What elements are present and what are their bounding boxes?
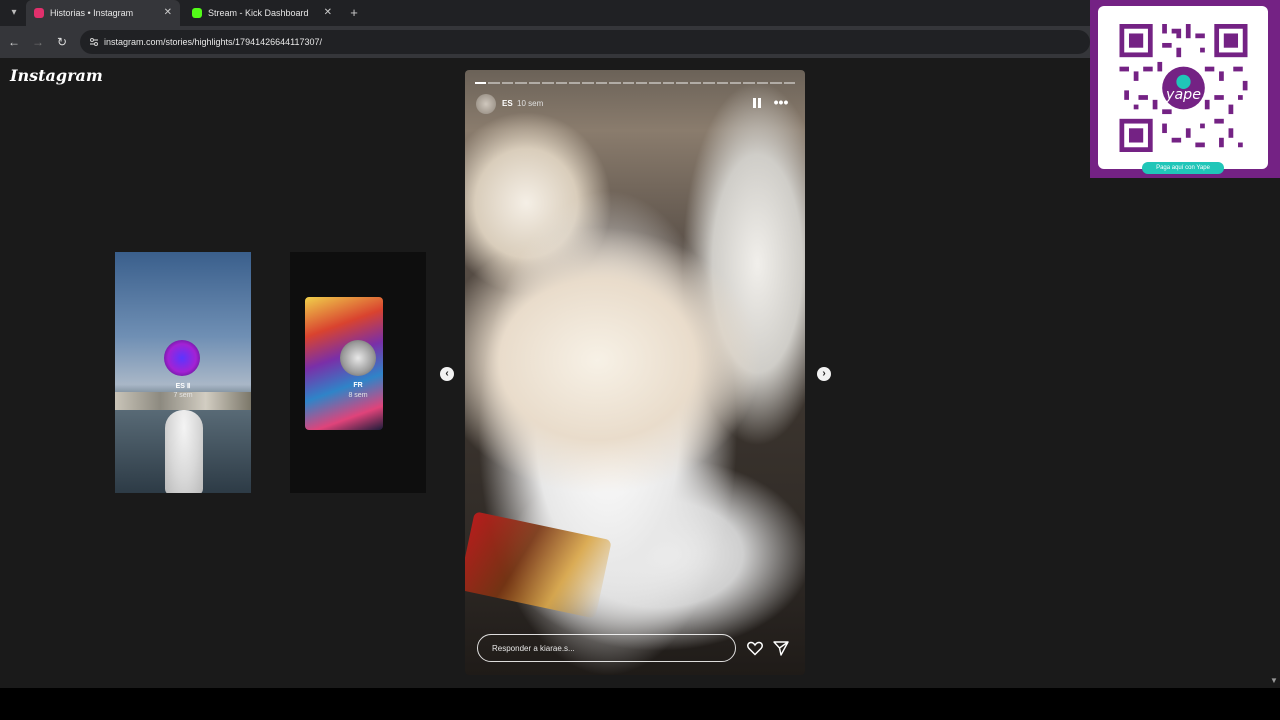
pause-icon[interactable]: [751, 97, 763, 109]
close-tab-icon[interactable]: ✕: [324, 7, 332, 19]
instagram-page: Instagram ES Ⅱ 7 sem FR 8 sem ‹ ES 10 se…: [0, 58, 1280, 688]
tab-label: Stream - Kick Dashboard: [208, 8, 309, 18]
preview-user: FR: [353, 382, 363, 389]
progress-segment: [689, 82, 702, 84]
progress-segment: [636, 82, 648, 84]
forward-icon[interactable]: →: [30, 34, 46, 50]
tab-instagram[interactable]: Historias • Instagram ✕: [26, 0, 180, 26]
back-icon[interactable]: ←: [6, 34, 22, 50]
reply-input[interactable]: Responder a kiarae.s...: [477, 634, 736, 662]
qr-code-icon: yape: [1119, 24, 1248, 152]
progress-segment: [783, 82, 796, 84]
story-username[interactable]: ES: [502, 99, 513, 108]
story-image: [465, 511, 612, 619]
story-viewer[interactable]: ES 10 sem ••• Responder a kiarae.s...: [465, 70, 805, 675]
progress-segment: [475, 82, 487, 84]
new-tab-icon[interactable]: +: [346, 5, 362, 21]
more-icon[interactable]: •••: [773, 94, 789, 110]
chevron-left-icon[interactable]: ‹: [440, 367, 454, 381]
progress-segment: [662, 82, 675, 84]
tab-label: Historias • Instagram: [50, 8, 134, 18]
preview-time: 7 sem: [173, 392, 193, 399]
kick-favicon-icon: [192, 8, 202, 18]
qr-card: yape: [1098, 6, 1268, 169]
send-icon[interactable]: [772, 639, 790, 657]
progress-segment: [770, 82, 782, 84]
preview-time: 8 sem: [348, 392, 368, 399]
progress-segment: [555, 82, 567, 84]
progress-segment: [716, 82, 729, 84]
tab-kick[interactable]: Stream - Kick Dashboard ✕: [184, 0, 340, 26]
progress-segment: [582, 82, 594, 84]
pay-badge: Paga aquí con Yape: [1142, 162, 1224, 174]
instagram-logo[interactable]: Instagram: [10, 66, 103, 85]
progress-segment: [676, 82, 688, 84]
progress-segment: [528, 82, 541, 84]
progress-segment: [542, 82, 554, 84]
browser-window: ▾ Historias • Instagram ✕ Stream - Kick …: [0, 0, 1280, 688]
progress-segment: [488, 82, 500, 84]
reply-placeholder: Responder a kiarae.s...: [492, 644, 575, 653]
preview-user: ES Ⅱ: [175, 383, 191, 390]
scroll-down-icon[interactable]: ▼: [1270, 676, 1278, 685]
progress-segment: [649, 82, 661, 84]
instagram-favicon-icon: [34, 8, 44, 18]
story-timestamp: 10 sem: [517, 99, 544, 108]
progress-segment: [609, 82, 621, 84]
story-progress-bar: [475, 82, 796, 84]
preview-background: [165, 410, 203, 493]
progress-segment: [595, 82, 608, 84]
yape-logo: yape: [1165, 87, 1201, 103]
progress-segment: [730, 82, 742, 84]
progress-segment: [568, 82, 581, 84]
site-info-icon[interactable]: [88, 36, 100, 48]
story-preview-1[interactable]: ES Ⅱ 7 sem: [115, 252, 251, 493]
progress-segment: [703, 82, 715, 84]
close-tab-icon[interactable]: ✕: [164, 7, 172, 19]
reload-icon[interactable]: ↻: [54, 34, 70, 50]
progress-segment: [756, 82, 769, 84]
address-bar[interactable]: instagram.com/stories/highlights/1794142…: [80, 30, 1090, 54]
avatar[interactable]: [476, 94, 496, 114]
progress-segment: [515, 82, 527, 84]
story-preview-2[interactable]: FR 8 sem: [290, 252, 426, 493]
tab-list-icon[interactable]: ▾: [6, 5, 22, 21]
avatar: [340, 340, 376, 376]
chevron-right-icon[interactable]: ›: [817, 367, 831, 381]
avatar: [164, 340, 200, 376]
progress-segment: [622, 82, 635, 84]
progress-segment: [743, 82, 755, 84]
yape-qr-overlay: yape Paga aquí con Yape: [1090, 0, 1280, 178]
tab-strip: ▾ Historias • Instagram ✕ Stream - Kick …: [0, 0, 1280, 26]
progress-segment: [501, 82, 514, 84]
url-text: instagram.com/stories/highlights/1794142…: [104, 37, 322, 47]
heart-icon[interactable]: [746, 639, 764, 657]
browser-toolbar: ← → ↻ instagram.com/stories/highlights/1…: [0, 26, 1280, 58]
